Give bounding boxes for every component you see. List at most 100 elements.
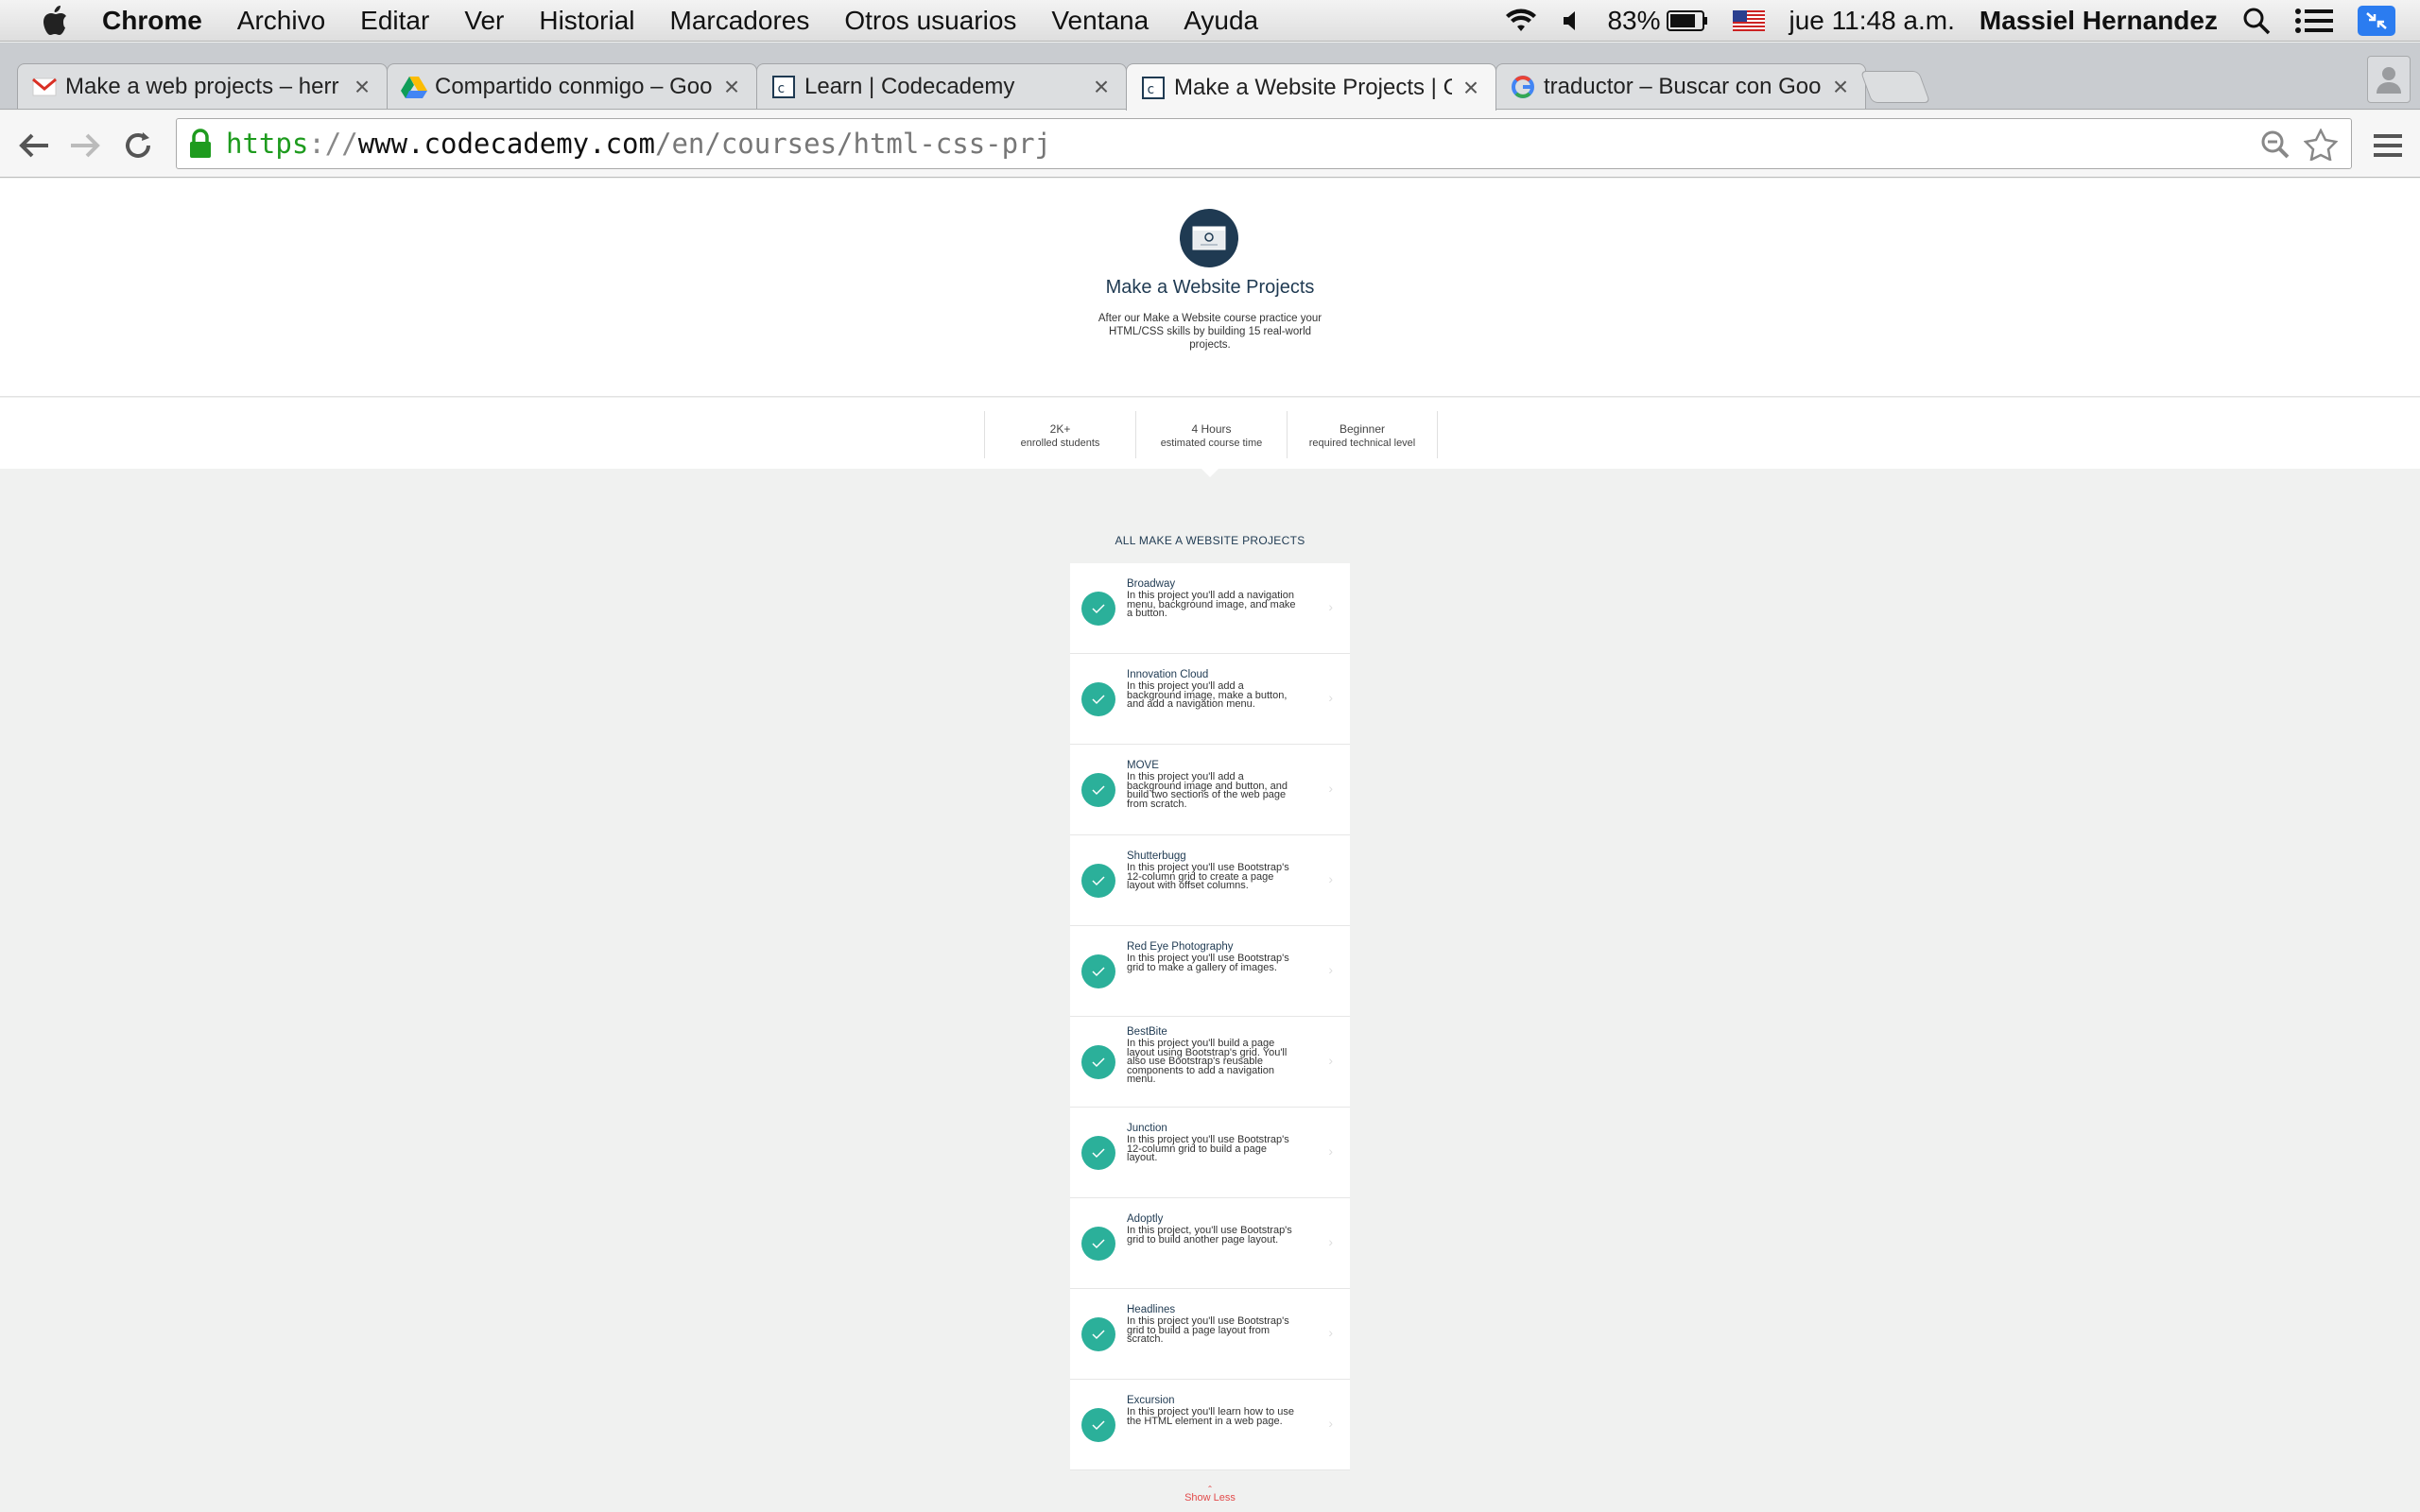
course-header: Make a Website Projects After our Make a… bbox=[0, 179, 2420, 397]
chevron-right-icon: › bbox=[1328, 781, 1333, 796]
course-stats: 2K+ enrolled students 4 Hours estimated … bbox=[0, 398, 2420, 477]
chevron-right-icon: › bbox=[1328, 1053, 1333, 1068]
completed-check-icon bbox=[1081, 1227, 1115, 1261]
url-text[interactable]: https://www.codecademy.com/en/courses/ht… bbox=[226, 128, 1051, 160]
spotlight-icon[interactable] bbox=[2242, 7, 2271, 35]
new-tab-button[interactable] bbox=[1859, 71, 1931, 103]
menu-archivo[interactable]: Archivo bbox=[237, 6, 325, 36]
project-item-adoptly[interactable]: Adoptly In this project, you'll use Boot… bbox=[1070, 1198, 1350, 1289]
chrome-menu-icon[interactable] bbox=[2369, 127, 2407, 164]
completed-check-icon bbox=[1081, 954, 1115, 988]
battery-icon bbox=[1666, 10, 1707, 31]
project-description: In this project you'll learn how to use … bbox=[1127, 1406, 1294, 1427]
project-item-move[interactable]: MOVE In this project you'll add a backgr… bbox=[1070, 745, 1350, 835]
completed-check-icon bbox=[1081, 864, 1115, 898]
completed-check-icon bbox=[1081, 592, 1115, 626]
clock[interactable]: jue 11:48 a.m. bbox=[1789, 6, 1955, 36]
zoom-icon[interactable] bbox=[2260, 129, 2290, 160]
codecademy-icon: c bbox=[770, 74, 797, 100]
wifi-icon[interactable] bbox=[1505, 9, 1537, 33]
stat-value: 4 Hours bbox=[1191, 422, 1232, 436]
completed-check-icon bbox=[1081, 1408, 1115, 1442]
project-name: BestBite bbox=[1127, 1026, 1167, 1038]
apple-icon[interactable] bbox=[36, 2, 74, 40]
close-icon[interactable]: × bbox=[1460, 73, 1482, 103]
stat-value: Beginner bbox=[1339, 422, 1386, 436]
project-name: MOVE bbox=[1127, 760, 1159, 771]
tab-traductor[interactable]: traductor – Buscar con Goo × bbox=[1495, 63, 1866, 109]
fullscreen-toggle-icon[interactable] bbox=[2358, 6, 2395, 36]
google-icon bbox=[1510, 74, 1536, 100]
project-name: Headlines bbox=[1127, 1304, 1176, 1315]
completed-check-icon bbox=[1081, 773, 1115, 807]
show-less-label: Show Less bbox=[1184, 1492, 1236, 1503]
menu-marcadores[interactable]: Marcadores bbox=[670, 6, 810, 36]
close-icon[interactable]: × bbox=[720, 72, 743, 102]
lock-icon[interactable] bbox=[188, 129, 215, 159]
url-separator: :// bbox=[308, 128, 358, 160]
close-icon[interactable]: × bbox=[1090, 72, 1113, 102]
menu-ver[interactable]: Ver bbox=[464, 6, 504, 36]
tab-drive[interactable]: Compartido conmigo – Goo × bbox=[387, 63, 757, 109]
project-item-innovation-cloud[interactable]: Innovation Cloud In this project you'll … bbox=[1070, 654, 1350, 745]
project-name: Adoptly bbox=[1127, 1213, 1164, 1225]
chevron-right-icon: › bbox=[1328, 599, 1333, 614]
menu-app-chrome[interactable]: Chrome bbox=[102, 6, 202, 36]
project-name: Excursion bbox=[1127, 1395, 1175, 1406]
reload-icon[interactable] bbox=[119, 127, 157, 164]
project-name: Shutterbugg bbox=[1127, 850, 1186, 862]
course-description: After our Make a Website course practice… bbox=[1098, 313, 1322, 351]
stat-technical-level: Beginner required technical level bbox=[1287, 411, 1438, 458]
tab-make-a-website-projects[interactable]: c Make a Website Projects | C × bbox=[1126, 63, 1496, 111]
completed-check-icon bbox=[1081, 1136, 1115, 1170]
battery-status[interactable]: 83% bbox=[1607, 6, 1707, 36]
url-path: /en/courses/html-css-prj bbox=[654, 128, 1052, 160]
project-description: In this project you'll use Bootstrap's 1… bbox=[1127, 1134, 1289, 1163]
stat-label: required technical level bbox=[1308, 438, 1416, 449]
stats-pointer bbox=[1201, 468, 1219, 477]
address-bar[interactable]: https://www.codecademy.com/en/courses/ht… bbox=[176, 118, 2352, 169]
close-icon[interactable]: × bbox=[351, 72, 373, 102]
volume-icon[interactable] bbox=[1562, 9, 1582, 32]
drive-icon bbox=[401, 74, 427, 100]
tab-title: Make a web projects – herr bbox=[65, 73, 339, 99]
close-icon[interactable]: × bbox=[1829, 72, 1852, 102]
menu-historial[interactable]: Historial bbox=[539, 6, 634, 36]
forward-arrow-icon[interactable] bbox=[66, 127, 104, 164]
chevron-right-icon: › bbox=[1328, 1416, 1333, 1431]
project-item-broadway[interactable]: Broadway In this project you'll add a na… bbox=[1070, 563, 1350, 654]
project-item-excursion[interactable]: Excursion In this project you'll learn h… bbox=[1070, 1380, 1350, 1470]
project-description: In this project you'll add a background … bbox=[1127, 680, 1288, 710]
course-title: Make a Website Projects bbox=[1105, 277, 1315, 298]
chevron-right-icon: › bbox=[1328, 690, 1333, 705]
tab-learn-codecademy[interactable]: c Learn | Codecademy × bbox=[756, 63, 1127, 109]
bookmark-star-icon[interactable] bbox=[2304, 129, 2338, 161]
profile-icon[interactable] bbox=[2367, 56, 2411, 103]
tab-gmail[interactable]: Make a web projects – herr × bbox=[17, 63, 388, 109]
back-arrow-icon[interactable] bbox=[15, 127, 53, 164]
menu-ventana[interactable]: Ventana bbox=[1051, 6, 1149, 36]
menu-ayuda[interactable]: Ayuda bbox=[1184, 6, 1258, 36]
chevron-right-icon: › bbox=[1328, 871, 1333, 886]
menu-editar[interactable]: Editar bbox=[360, 6, 429, 36]
stat-enrolled: 2K+ enrolled students bbox=[984, 411, 1135, 458]
menu-otros-usuarios[interactable]: Otros usuarios bbox=[844, 6, 1016, 36]
battery-percentage: 83% bbox=[1607, 6, 1661, 35]
project-item-shutterbugg[interactable]: Shutterbugg In this project you'll use B… bbox=[1070, 835, 1350, 926]
completed-check-icon bbox=[1081, 1317, 1115, 1351]
show-less-link[interactable]: ⌃ Show Less bbox=[1115, 1486, 1305, 1504]
project-description: In this project you'll build a page layo… bbox=[1127, 1038, 1288, 1085]
project-name: Red Eye Photography bbox=[1127, 941, 1234, 953]
project-item-red-eye-photography[interactable]: Red Eye Photography In this project you'… bbox=[1070, 926, 1350, 1017]
project-item-headlines[interactable]: Headlines In this project you'll use Boo… bbox=[1070, 1289, 1350, 1380]
svg-text:c: c bbox=[1147, 82, 1154, 97]
us-flag-icon[interactable] bbox=[1732, 10, 1765, 31]
project-list: Broadway In this project you'll add a na… bbox=[1070, 563, 1350, 1470]
project-item-bestbite[interactable]: BestBite In this project you'll build a … bbox=[1070, 1017, 1350, 1108]
svg-text:c: c bbox=[777, 81, 785, 96]
project-item-junction[interactable]: Junction In this project you'll use Boot… bbox=[1070, 1108, 1350, 1198]
project-name: Innovation Cloud bbox=[1127, 669, 1209, 680]
tab-title: Compartido conmigo – Goo bbox=[435, 73, 713, 99]
notification-center-icon[interactable] bbox=[2295, 8, 2333, 34]
user-name[interactable]: Massiel Hernandez bbox=[1979, 6, 2218, 36]
